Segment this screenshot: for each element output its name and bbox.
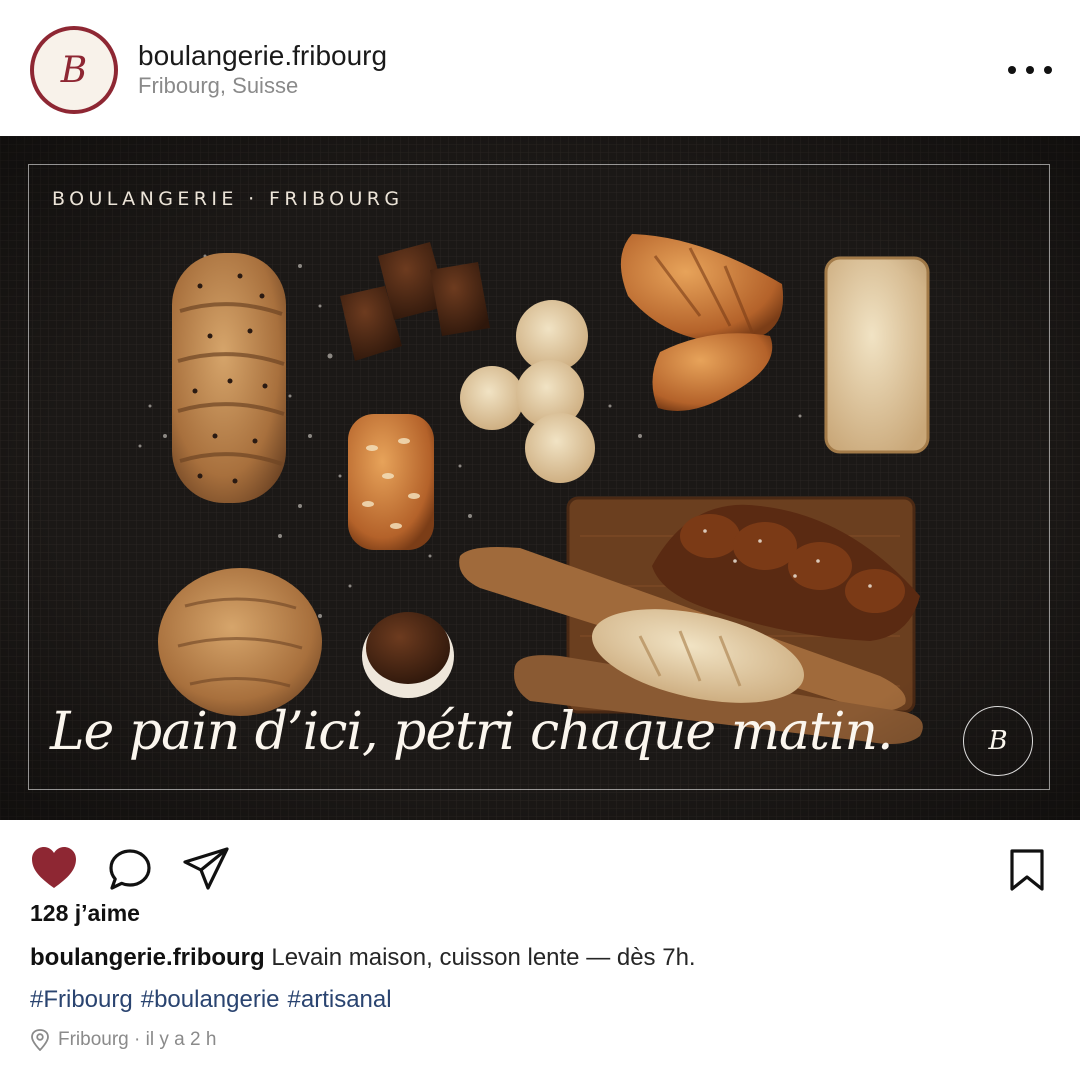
avatar-letter: B	[60, 49, 88, 91]
bookmark-icon[interactable]	[1009, 848, 1045, 892]
post-header: B boulangerie.fribourg Fribourg, Suisse	[0, 0, 1080, 136]
brand-badge-letter: B	[988, 726, 1008, 756]
account-username[interactable]: boulangerie.fribourg	[138, 40, 387, 72]
avatar[interactable]: B	[30, 26, 118, 114]
image-kicker: BOULANGERIE · FRIBOURG	[52, 188, 404, 210]
like-count[interactable]: 128 j’aime	[30, 900, 140, 927]
comment-icon[interactable]	[108, 848, 152, 892]
more-dot-icon	[1044, 66, 1052, 74]
more-dot-icon	[1008, 66, 1016, 74]
hashtag-link[interactable]: #Fribourg	[30, 986, 133, 1013]
post-image[interactable]: BOULANGERIE · FRIBOURG Le pain d’ici, pé…	[0, 136, 1080, 820]
caption-text: Levain maison, cuisson lente — dès 7h.	[271, 944, 696, 971]
caption-username[interactable]: boulangerie.fribourg	[30, 944, 265, 971]
meta-location[interactable]: Fribourg	[58, 1029, 129, 1051]
image-frame	[28, 164, 1050, 790]
action-bar	[0, 820, 1080, 910]
post-meta: Fribourg · il y a 2 h	[30, 1029, 216, 1051]
more-options-button[interactable]	[1008, 58, 1052, 82]
hashtag-link[interactable]: #boulangerie	[141, 986, 280, 1013]
image-tagline: Le pain d’ici, pétri chaque matin.	[50, 702, 894, 762]
brand-badge: B	[963, 706, 1033, 776]
heart-icon[interactable]	[30, 846, 78, 890]
account-location[interactable]: Fribourg, Suisse	[138, 73, 298, 99]
meta-time: il y a 2 h	[145, 1029, 217, 1050]
meta-separator: ·	[128, 1029, 146, 1050]
location-pin-icon	[31, 1029, 49, 1051]
hashtag-link[interactable]: #artisanal	[288, 986, 392, 1013]
send-icon[interactable]	[182, 846, 230, 892]
post-caption: boulangerie.fribourg Levain maison, cuis…	[30, 944, 696, 972]
more-dot-icon	[1026, 66, 1034, 74]
hashtag-list: #Fribourg #boulangerie #artisanal	[30, 986, 400, 1014]
